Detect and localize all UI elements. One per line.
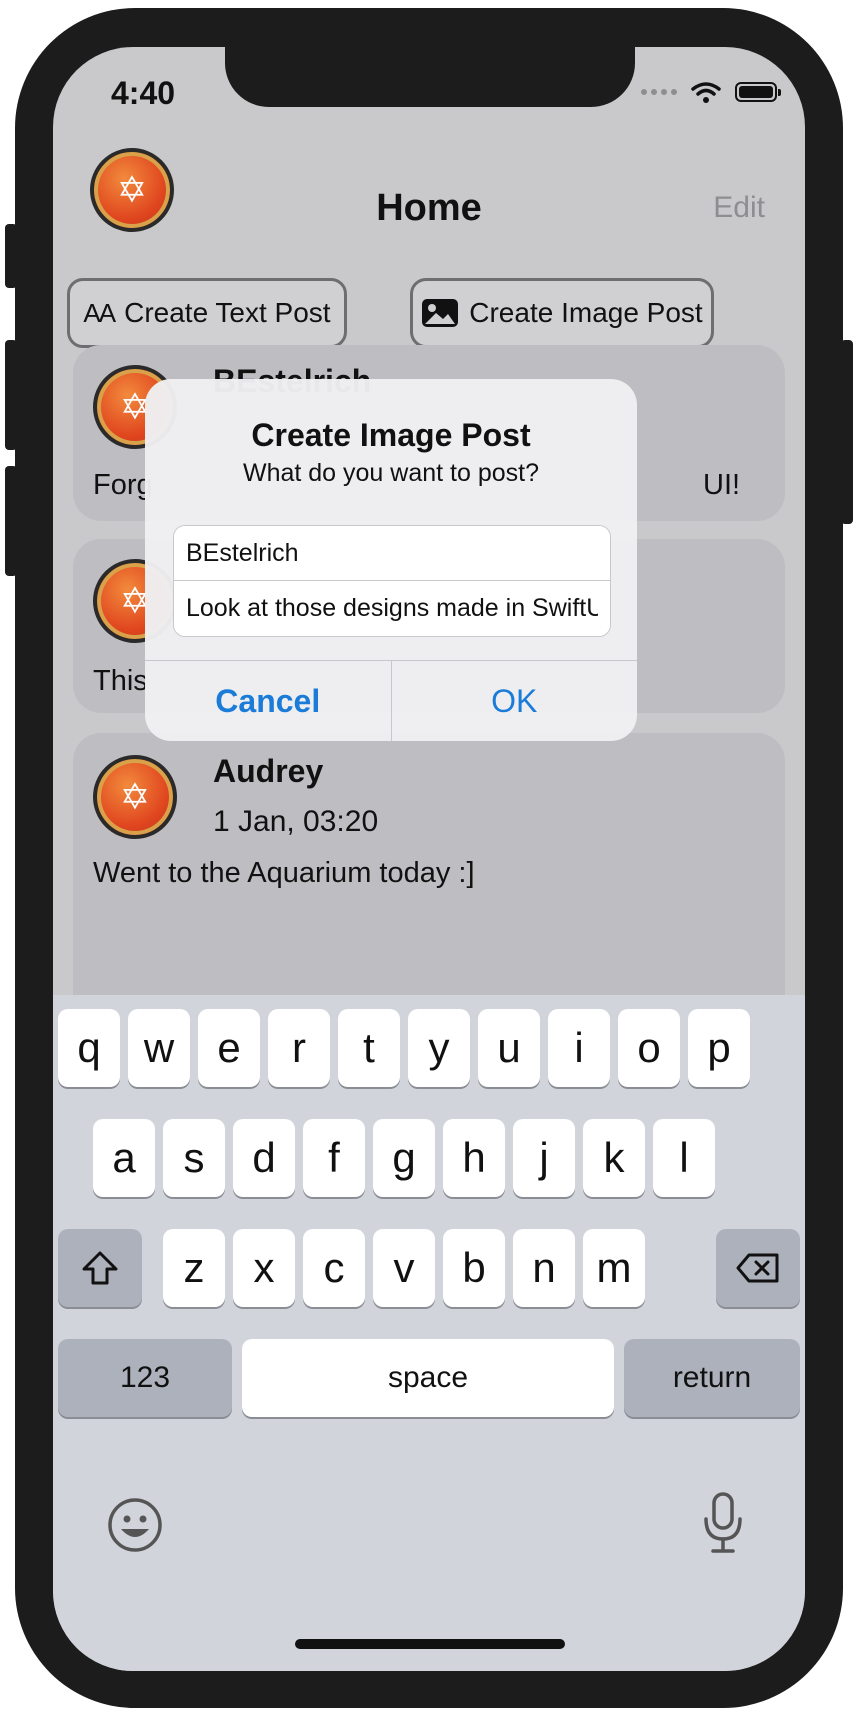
key-u[interactable]: u — [478, 1009, 540, 1087]
key-d[interactable]: d — [233, 1119, 295, 1197]
wifi-icon — [691, 82, 721, 103]
backspace-icon — [736, 1253, 779, 1283]
key-v[interactable]: v — [373, 1229, 435, 1307]
username-field[interactable] — [174, 526, 610, 581]
page-title: Home — [376, 187, 482, 229]
notch — [225, 47, 635, 107]
post-username: Audrey — [213, 753, 324, 789]
post-body: Went to the Aquarium today :] — [93, 857, 475, 889]
keyboard-row-2: a s d f g h j k l — [53, 1119, 805, 1197]
key-y[interactable]: y — [408, 1009, 470, 1087]
return-key[interactable]: return — [624, 1339, 800, 1417]
create-image-post-button[interactable]: Create Image Post — [410, 278, 714, 348]
key-m[interactable]: m — [583, 1229, 645, 1307]
key-w[interactable]: w — [128, 1009, 190, 1087]
key-j[interactable]: j — [513, 1119, 575, 1197]
key-c[interactable]: c — [303, 1229, 365, 1307]
post-date: 1 Jan, 03:20 — [213, 805, 379, 838]
alert-fields — [173, 525, 611, 637]
key-s[interactable]: s — [163, 1119, 225, 1197]
key-k[interactable]: k — [583, 1119, 645, 1197]
key-b[interactable]: b — [443, 1229, 505, 1307]
post-text-field[interactable] — [174, 581, 610, 636]
key-q[interactable]: q — [58, 1009, 120, 1087]
key-f[interactable]: f — [303, 1119, 365, 1197]
text-format-icon: AA — [83, 297, 116, 328]
home-indicator — [295, 1639, 565, 1649]
key-o[interactable]: o — [618, 1009, 680, 1087]
key-x[interactable]: x — [233, 1229, 295, 1307]
keyboard-row-4: 123 space return — [53, 1339, 805, 1417]
post-body: Forg — [93, 469, 153, 501]
cancel-button[interactable]: Cancel — [145, 661, 392, 741]
keyboard-row-3: z x c v b n m — [53, 1229, 805, 1307]
power-button — [841, 340, 853, 524]
key-l[interactable]: l — [653, 1119, 715, 1197]
create-text-post-label: Create Text Post — [124, 297, 331, 328]
key-e[interactable]: e — [198, 1009, 260, 1087]
photo-icon — [422, 299, 459, 327]
create-image-post-alert: Create Image Post What do you want to po… — [145, 379, 637, 741]
key-p[interactable]: p — [688, 1009, 750, 1087]
shift-key[interactable] — [58, 1229, 142, 1307]
screen: 4:40 ✡ Home Edit AA Create Text Post Cre… — [53, 47, 805, 1671]
delete-key[interactable] — [716, 1229, 800, 1307]
key-a[interactable]: a — [93, 1119, 155, 1197]
ok-button[interactable]: OK — [392, 661, 638, 741]
numbers-key[interactable]: 123 — [58, 1339, 232, 1417]
space-key[interactable]: space — [242, 1339, 614, 1417]
key-r[interactable]: r — [268, 1009, 330, 1087]
alert-title: Create Image Post — [251, 417, 531, 453]
key-i[interactable]: i — [548, 1009, 610, 1087]
volume-up-button — [5, 340, 17, 450]
status-time: 4:40 — [111, 75, 176, 111]
mute-switch — [5, 224, 17, 288]
microphone-icon[interactable] — [701, 1491, 745, 1555]
keyboard-row-1: q w e r t y u i o p — [53, 1009, 805, 1087]
battery-icon — [735, 82, 781, 102]
keyboard: q w e r t y u i o p a s d f g h j k l z … — [53, 995, 805, 1671]
post-avatar: ✡ — [93, 755, 177, 839]
volume-down-button — [5, 466, 17, 576]
key-n[interactable]: n — [513, 1229, 575, 1307]
create-text-post-button[interactable]: AA Create Text Post — [67, 278, 347, 348]
key-h[interactable]: h — [443, 1119, 505, 1197]
post-body: This — [93, 665, 148, 697]
alert-message: What do you want to post? — [242, 459, 539, 487]
key-g[interactable]: g — [373, 1119, 435, 1197]
edit-button[interactable]: Edit — [713, 191, 765, 225]
post-body-end: UI! — [703, 469, 741, 501]
status-icons — [641, 81, 781, 103]
swift-logo-icon: ✡ — [119, 776, 151, 817]
key-z[interactable]: z — [163, 1229, 225, 1307]
key-t[interactable]: t — [338, 1009, 400, 1087]
shift-icon — [82, 1251, 118, 1285]
create-image-post-label: Create Image Post — [469, 297, 703, 328]
emoji-icon[interactable] — [107, 1497, 163, 1553]
signal-icon — [641, 89, 677, 95]
alert-buttons: Cancel OK — [145, 660, 637, 741]
